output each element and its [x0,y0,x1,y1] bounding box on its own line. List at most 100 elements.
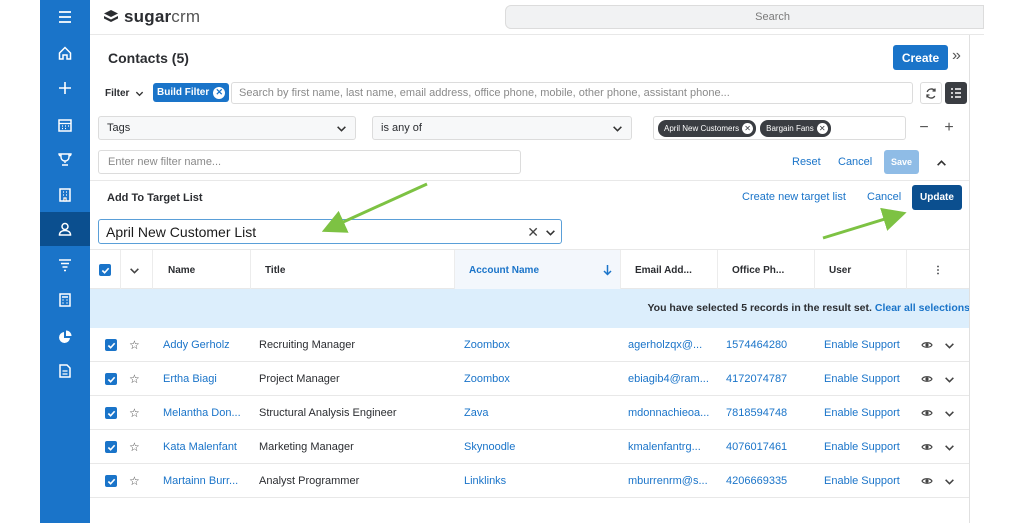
column-header-name[interactable]: Name [154,250,251,290]
filter-icon[interactable] [40,248,90,282]
checkbox-checked-icon [105,475,117,487]
building-icon[interactable] [40,178,90,212]
contact-title: Structural Analysis Engineer [259,407,397,419]
row-actions-chevron-down-icon[interactable] [944,464,955,498]
account-name-link[interactable]: Zava [464,396,488,430]
menu-icon[interactable] [40,0,90,34]
phone-link[interactable]: 4076017461 [726,430,787,464]
star-icon[interactable]: ☆ [129,430,140,464]
home-icon[interactable] [40,36,90,70]
divider [969,35,970,523]
preview-eye-icon[interactable] [921,464,933,498]
star-icon[interactable]: ☆ [129,464,140,498]
account-name-link[interactable]: Skynoodle [464,430,515,464]
main-content: Contacts (5) Create » Filter Build Filte… [90,35,970,523]
row-actions-chevron-down-icon[interactable] [944,396,955,430]
global-search-input[interactable]: Search [505,5,984,29]
calculator-icon[interactable] [40,283,90,317]
contact-name-link[interactable]: Addy Gerholz [163,328,230,362]
account-name-link[interactable]: Zoombox [464,362,510,396]
row-checkbox[interactable] [105,396,117,430]
checkbox-checked-icon [105,373,117,385]
column-header-user[interactable]: User [815,250,907,290]
checkbox-checked-icon [105,407,117,419]
email-link[interactable]: mdonnachieoa... [628,396,709,430]
checkbox-checked-icon [105,339,117,351]
chevron-down-icon [130,267,139,274]
preview-eye-icon[interactable] [921,328,933,362]
contact-name-link[interactable]: Martainn Burr... [163,464,238,498]
clear-selections-link[interactable]: Clear all selections [875,302,970,314]
selection-message: You have selected 5 records in the resul… [647,302,970,314]
mass-actions-dropdown[interactable] [122,250,153,290]
row-actions-chevron-down-icon[interactable] [944,430,955,464]
sidebar-nav [40,0,90,523]
column-header-account-name[interactable]: Account Name [455,250,621,290]
user-link[interactable]: Enable Support [824,328,900,362]
email-link[interactable]: agerholzqx@... [628,328,702,362]
top-bar: sugarcrm Search [90,0,984,35]
preview-eye-icon[interactable] [921,430,933,464]
user-link[interactable]: Enable Support [824,396,900,430]
column-header-title[interactable]: Title [251,250,455,290]
document-icon[interactable] [40,354,90,388]
contact-name-link[interactable]: Kata Malenfant [163,430,237,464]
contact-name-link[interactable]: Melantha Don... [163,396,241,430]
checkbox-checked-icon [105,441,117,453]
table-row[interactable]: ☆ Ertha Biagi Project Manager Zoombox ebiagi… [90,362,970,396]
phone-link[interactable]: 1574464280 [726,328,787,362]
phone-link[interactable]: 4172074787 [726,362,787,396]
plus-icon[interactable] [40,71,90,105]
user-link[interactable]: Enable Support [824,464,900,498]
contact-title: Project Manager [259,373,340,385]
annotation-arrows [321,182,907,240]
email-link[interactable]: ebiagib4@ram... [628,362,709,396]
star-icon[interactable]: ☆ [129,362,140,396]
user-link[interactable]: Enable Support [824,362,900,396]
column-options-icon[interactable]: ⋮ [907,250,970,290]
logo-text-bold: sugar [124,7,172,26]
calendar-icon[interactable] [40,108,90,142]
preview-eye-icon[interactable] [921,362,933,396]
column-header-email[interactable]: Email Add... [621,250,718,290]
table-header: Name Title Account Name Email Add... Off… [90,249,970,290]
account-name-link[interactable]: Linklinks [464,464,506,498]
arrow-down-icon [603,265,612,276]
table-row[interactable]: ☆ Addy Gerholz Recruiting Manager Zoombox ag… [90,328,970,362]
email-link[interactable]: kmalenfantrg... [628,430,701,464]
contact-title: Recruiting Manager [259,339,355,351]
phone-link[interactable]: 4206669335 [726,464,787,498]
column-header-office-phone[interactable]: Office Ph... [718,250,815,290]
contact-icon[interactable] [40,212,90,246]
table-row[interactable]: ☆ Melantha Don... Structural Analysis Engi… [90,396,970,430]
table-row[interactable]: ☆ Martainn Burr... Analyst Programmer Linkl… [90,464,970,498]
email-link[interactable]: mburrenrm@s... [628,464,708,498]
row-actions-chevron-down-icon[interactable] [944,362,955,396]
row-checkbox[interactable] [105,328,117,362]
row-actions-chevron-down-icon[interactable] [944,328,955,362]
selection-count-text: You have selected 5 records in the resul… [647,302,872,314]
star-icon[interactable]: ☆ [129,328,140,362]
contact-title: Marketing Manager [259,441,354,453]
search-placeholder: Search [755,11,790,23]
row-checkbox[interactable] [105,362,117,396]
column-header-account-name-label: Account Name [469,264,540,276]
table-row[interactable]: ☆ Kata Malenfant Marketing Manager Skynoodl… [90,430,970,464]
preview-eye-icon[interactable] [921,396,933,430]
logo-text-light: crm [171,7,201,26]
account-name-link[interactable]: Zoombox [464,328,510,362]
sugarcrm-logo[interactable]: sugarcrm [102,7,200,27]
trophy-icon[interactable] [40,142,90,176]
arrow-to-target-select [321,182,428,233]
select-all-checkbox[interactable] [90,250,121,290]
star-icon[interactable]: ☆ [129,396,140,430]
row-checkbox[interactable] [105,430,117,464]
checkbox-checked-icon [99,264,111,276]
user-link[interactable]: Enable Support [824,430,900,464]
row-checkbox[interactable] [105,464,117,498]
contact-title: Analyst Programmer [259,475,360,487]
phone-link[interactable]: 7818594748 [726,396,787,430]
chart-icon[interactable] [40,320,90,354]
app-frame: sugarcrm Search Contacts (5) Create » Fi… [40,0,984,523]
contact-name-link[interactable]: Ertha Biagi [163,362,217,396]
